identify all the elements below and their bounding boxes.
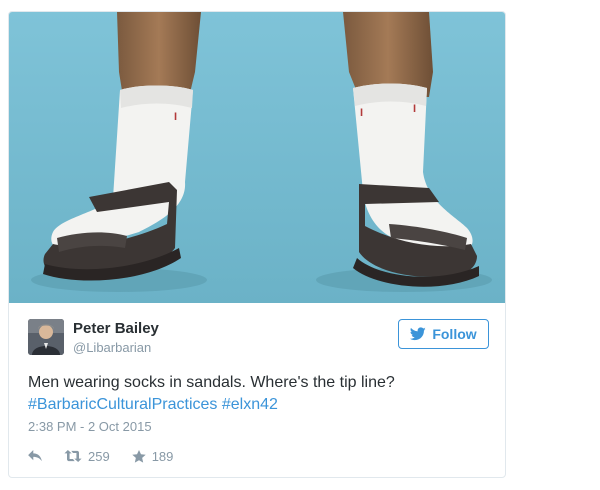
bird-icon <box>410 327 427 341</box>
reply-button[interactable] <box>28 450 42 462</box>
follow-label: Follow <box>432 326 477 342</box>
tweet-photo[interactable]: I I I <box>9 12 505 303</box>
author-name[interactable]: Peter Bailey <box>73 320 159 337</box>
tweet-card: I I I Peter Bailey @Libarbarian Follow M… <box>8 11 506 478</box>
tweet-body: Men wearing socks in sandals. Where's th… <box>28 374 395 391</box>
hashtag-link[interactable]: #BarbaricCulturalPractices <box>28 396 217 413</box>
tweet-text: Men wearing socks in sandals. Where's th… <box>28 372 488 416</box>
like-button[interactable]: 189 <box>131 448 174 464</box>
tweet-timestamp[interactable]: 2:38 PM - 2 Oct 2015 <box>28 419 152 434</box>
avatar[interactable] <box>28 319 64 355</box>
follow-button[interactable]: Follow <box>398 319 489 349</box>
retweet-button[interactable]: 259 <box>64 449 110 464</box>
avatar-image <box>28 319 64 355</box>
svg-text:I: I <box>413 103 416 115</box>
svg-text:I: I <box>360 107 363 119</box>
star-icon <box>131 449 146 463</box>
reply-icon <box>28 450 42 462</box>
hashtag-link[interactable]: #elxn42 <box>222 396 278 413</box>
retweet-count: 259 <box>88 448 110 464</box>
tweet-actions: 259 189 <box>28 446 173 466</box>
svg-text:I: I <box>174 111 177 123</box>
retweet-icon <box>64 450 82 462</box>
tweet-hashtags: #BarbaricCulturalPractices #elxn42 <box>28 394 488 416</box>
like-count: 189 <box>151 448 174 464</box>
author-handle[interactable]: @Libarbarian <box>73 340 151 355</box>
socks-sandals-photo: I I I <box>9 12 505 303</box>
